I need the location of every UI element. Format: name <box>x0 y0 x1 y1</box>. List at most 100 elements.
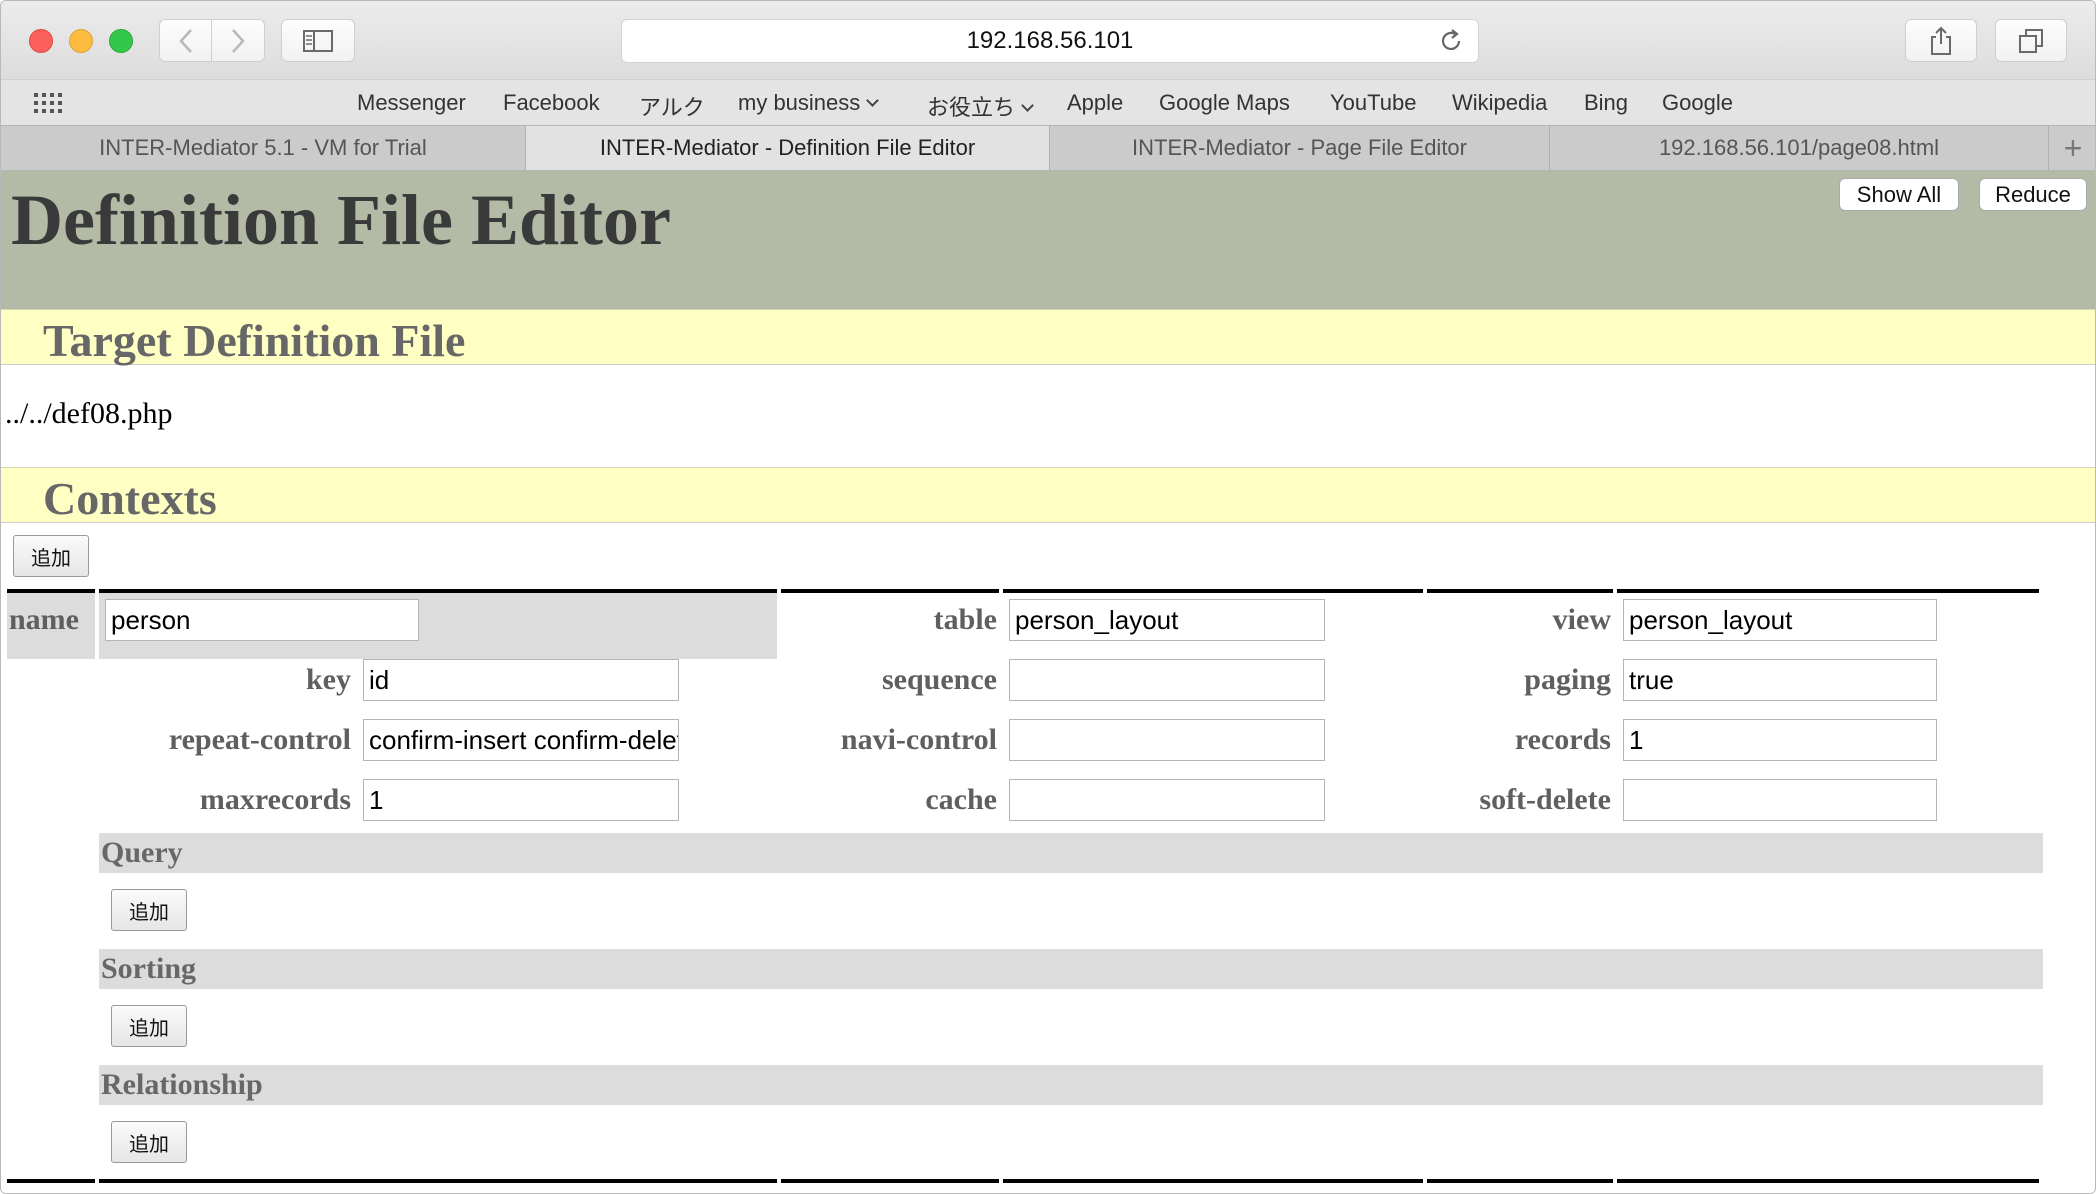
minimize-window-button[interactable] <box>69 29 93 53</box>
page-header: Definition File Editor Show All Reduce <box>1 171 2095 309</box>
back-arrow-icon <box>178 28 192 53</box>
bookmark-facebook[interactable]: Facebook <box>503 90 600 116</box>
query-heading: Query <box>101 836 183 869</box>
apps-grid-icon[interactable] <box>33 92 63 114</box>
sorting-heading: Sorting <box>101 952 197 985</box>
name-input[interactable]: person <box>105 599 419 641</box>
add-query-button[interactable]: 追加 <box>111 889 187 931</box>
bookmark-youtube[interactable]: YouTube <box>1330 90 1416 116</box>
paging-label: paging <box>1524 663 1611 696</box>
browser-window: 192.168.56.101 Messenger Facebook アルク my… <box>0 0 2096 1194</box>
soft-delete-input[interactable] <box>1623 779 1937 821</box>
table-border <box>1617 589 2039 593</box>
back-forward-group <box>159 19 265 62</box>
bookmark-google-maps[interactable]: Google Maps <box>1159 90 1290 116</box>
key-input[interactable]: id <box>363 659 679 701</box>
bookmark-google[interactable]: Google <box>1662 90 1733 116</box>
table-border <box>7 1179 95 1183</box>
zoom-window-button[interactable] <box>109 29 133 53</box>
browser-toolbar: 192.168.56.101 <box>1 1 2095 79</box>
table-input[interactable]: person_layout <box>1009 599 1325 641</box>
paging-input[interactable]: true <box>1623 659 1937 701</box>
table-border <box>781 1179 999 1183</box>
address-text: 192.168.56.101 <box>966 27 1134 54</box>
view-label: view <box>1552 603 1611 636</box>
share-icon <box>1931 26 1951 55</box>
sequence-label: sequence <box>882 663 997 696</box>
bookmark-folder-label: my business <box>738 90 861 115</box>
cache-label: cache <box>925 783 997 816</box>
tab-label: INTER-Mediator - Page File Editor <box>1132 135 1467 160</box>
repeat-control-input[interactable]: confirm-insert confirm-delete <box>363 719 679 761</box>
tab-page08[interactable]: 192.168.56.101/page08.html <box>1550 126 2049 170</box>
bookmark-folder-my-business[interactable]: my business <box>738 90 880 116</box>
bookmark-messenger[interactable]: Messenger <box>357 90 466 116</box>
reduce-button[interactable]: Reduce <box>1979 178 2087 211</box>
cache-input[interactable] <box>1009 779 1325 821</box>
chevron-down-icon <box>866 94 880 107</box>
new-tab-button[interactable]: + <box>2049 126 2095 170</box>
table-border <box>1427 589 1613 593</box>
forward-arrow-icon <box>232 28 245 53</box>
bookmark-alc[interactable]: アルク <box>639 90 705 122</box>
target-path: ../../def08.php <box>5 397 173 430</box>
tab-label: 192.168.56.101/page08.html <box>1658 135 1940 160</box>
records-input[interactable]: 1 <box>1623 719 1937 761</box>
table-border <box>1617 1179 2039 1183</box>
chevron-down-icon <box>1021 99 1034 112</box>
tab-label: INTER-Mediator - Definition File Editor <box>599 135 976 160</box>
reload-icon[interactable] <box>1438 28 1464 54</box>
navi-control-label: navi-control <box>840 723 997 756</box>
tab-bar: INTER-Mediator 5.1 - VM for Trial INTER-… <box>1 125 2095 171</box>
page-content: Definition File Editor Show All Reduce T… <box>1 171 2095 1193</box>
table-border <box>99 1179 777 1183</box>
table-border <box>1003 589 1423 593</box>
table-border <box>1003 1179 1423 1183</box>
table-border <box>1427 1179 1613 1183</box>
bookmark-wikipedia[interactable]: Wikipedia <box>1452 90 1547 116</box>
contexts-section-header: Contexts <box>1 467 2095 524</box>
sidebar-icon <box>303 29 333 52</box>
address-bar[interactable]: 192.168.56.101 <box>621 19 1479 63</box>
add-relationship-button[interactable]: 追加 <box>111 1121 187 1163</box>
sequence-input[interactable] <box>1009 659 1325 701</box>
share-button[interactable] <box>1905 19 1977 62</box>
soft-delete-label: soft-delete <box>1479 783 1611 816</box>
bookmark-folder-oyakudachi[interactable]: お役立ち <box>927 90 1034 122</box>
add-context-button[interactable]: 追加 <box>13 535 89 577</box>
close-window-button[interactable] <box>29 29 53 53</box>
table-border <box>781 589 999 593</box>
target-section-header: Target Definition File <box>1 309 2095 366</box>
page-title: Definition File Editor <box>11 180 671 260</box>
tab-definition-file-editor[interactable]: INTER-Mediator - Definition File Editor <box>526 126 1050 170</box>
back-button[interactable] <box>160 20 212 61</box>
tab-vm-for-trial[interactable]: INTER-Mediator 5.1 - VM for Trial <box>1 126 526 170</box>
records-label: records <box>1514 723 1611 756</box>
relationship-heading: Relationship <box>101 1068 263 1101</box>
tab-page-file-editor[interactable]: INTER-Mediator - Page File Editor <box>1050 126 1550 170</box>
tab-overview-button[interactable] <box>1995 19 2067 62</box>
relationship-subsection: Relationship <box>99 1065 2043 1105</box>
add-sort-button[interactable]: 追加 <box>111 1005 187 1047</box>
navi-control-input[interactable] <box>1009 719 1325 761</box>
contexts-heading: Contexts <box>43 473 217 524</box>
name-label: name <box>9 603 79 636</box>
bookmark-folder-label: お役立ち <box>927 95 1016 120</box>
bookmark-bing[interactable]: Bing <box>1584 90 1628 116</box>
table-label: table <box>933 603 997 636</box>
bookmarks-bar: Messenger Facebook アルク my business お役立ち … <box>1 79 2095 125</box>
target-heading: Target Definition File <box>43 315 466 366</box>
view-input[interactable]: person_layout <box>1623 599 1937 641</box>
repeat-control-label: repeat-control <box>168 723 351 756</box>
forward-button[interactable] <box>212 20 264 61</box>
maxrecords-input[interactable]: 1 <box>363 779 679 821</box>
sidebar-button[interactable] <box>281 19 355 62</box>
tab-label: INTER-Mediator 5.1 - VM for Trial <box>99 135 427 160</box>
show-all-button[interactable]: Show All <box>1839 178 1959 211</box>
tabs-icon <box>2019 28 2043 53</box>
bookmark-apple[interactable]: Apple <box>1067 90 1123 116</box>
maxrecords-label: maxrecords <box>199 783 351 816</box>
query-subsection: Query <box>99 833 2043 873</box>
key-label: key <box>306 663 351 696</box>
sorting-subsection: Sorting <box>99 949 2043 989</box>
